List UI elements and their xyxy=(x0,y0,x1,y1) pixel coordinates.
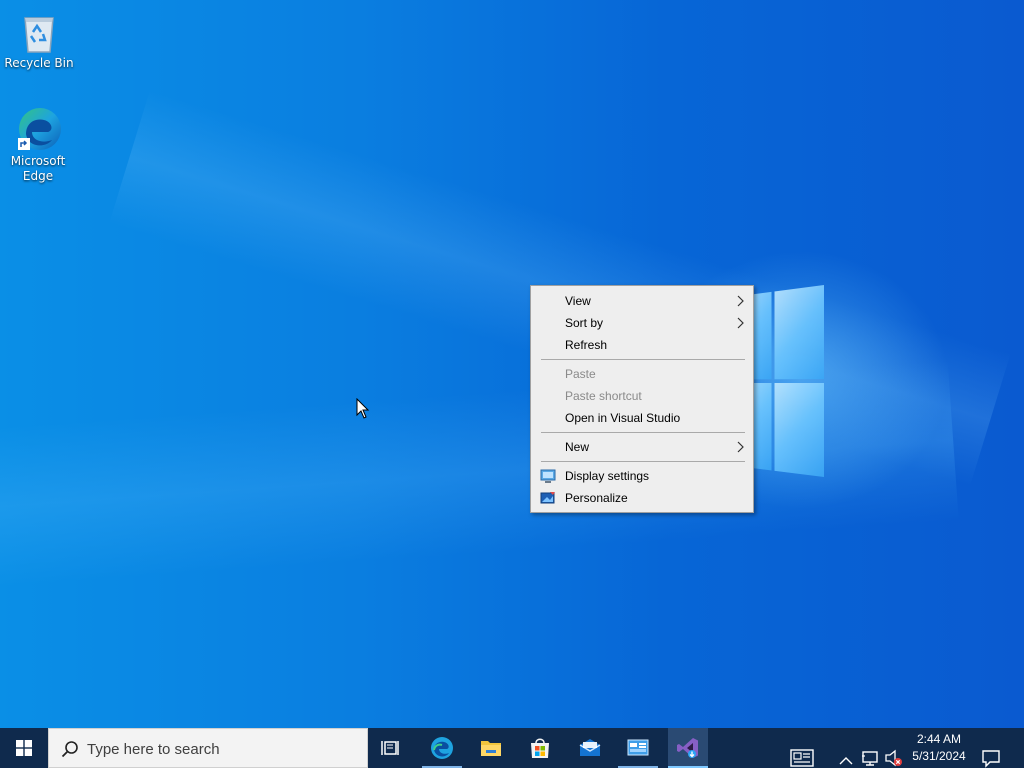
system-clock[interactable]: 2:44 AM 5/31/2024 xyxy=(903,731,975,765)
desktop-icon-microsoft-edge[interactable]: Microsoft Edge xyxy=(0,104,76,184)
mail-icon xyxy=(579,739,601,756)
desktop-icon-label: Microsoft Edge xyxy=(10,154,66,183)
taskbar: 2:44 AM 5/31/2024 xyxy=(0,728,1024,768)
chevron-right-icon xyxy=(737,317,744,329)
visual-studio-icon xyxy=(677,738,698,758)
menu-separator xyxy=(541,461,745,462)
edge-icon xyxy=(14,104,62,152)
news-icon[interactable] xyxy=(790,738,816,778)
desktop-icon-label: Recycle Bin xyxy=(4,56,74,70)
task-view-icon xyxy=(381,741,399,755)
file-explorer-icon xyxy=(481,741,501,756)
search-icon xyxy=(61,741,78,758)
taskbar-task-view-button[interactable] xyxy=(368,728,416,768)
display-settings-icon xyxy=(540,469,556,483)
menu-item-personalize[interactable]: Personalize xyxy=(531,487,753,509)
edge-icon xyxy=(431,737,453,759)
menu-item-open-in-visual-studio[interactable]: Open in Visual Studio xyxy=(531,407,753,429)
desktop[interactable]: Recycle Bin Microsoft Edge View Sort by … xyxy=(0,0,1024,728)
menu-item-paste: Paste xyxy=(565,367,596,381)
clock-time: 2:44 AM xyxy=(916,732,962,746)
chevron-up-icon[interactable] xyxy=(838,741,854,781)
menu-item-view[interactable]: View xyxy=(531,290,753,312)
recycle-bin-icon xyxy=(15,6,63,54)
menu-item-sort-by[interactable]: Sort by xyxy=(531,312,753,334)
personalize-icon xyxy=(540,492,555,504)
start-button[interactable] xyxy=(0,728,48,768)
volume-muted-icon[interactable] xyxy=(884,738,904,778)
taskbar-visual-studio-button[interactable] xyxy=(668,728,708,768)
taskbar-search-box[interactable] xyxy=(48,728,368,768)
menu-separator xyxy=(541,432,745,433)
windows-start-icon xyxy=(16,740,32,756)
search-input[interactable] xyxy=(87,738,357,760)
network-icon[interactable] xyxy=(861,739,881,779)
notification-icon[interactable] xyxy=(981,738,1001,778)
desktop-icon-recycle-bin[interactable]: Recycle Bin xyxy=(1,6,77,71)
clock-date: 5/31/2024 xyxy=(912,749,966,763)
menu-item-paste-shortcut: Paste shortcut xyxy=(565,389,642,403)
chevron-right-icon xyxy=(737,441,744,453)
menu-item-refresh[interactable]: Refresh xyxy=(531,334,753,356)
mouse-cursor-icon xyxy=(356,398,370,419)
menu-separator xyxy=(541,359,745,360)
desktop-context-menu: View Sort by Refresh Paste Paste shortcu… xyxy=(530,285,754,513)
menu-item-new[interactable]: New xyxy=(531,436,753,458)
taskbar-file-explorer-button[interactable] xyxy=(467,728,515,768)
taskbar-edge-button[interactable] xyxy=(418,728,466,768)
taskbar-control-panel-button[interactable] xyxy=(614,728,662,768)
menu-item-display-settings[interactable]: Display settings xyxy=(531,465,753,487)
chevron-right-icon xyxy=(737,295,744,307)
control-panel-icon xyxy=(627,739,649,756)
store-icon xyxy=(531,738,549,758)
taskbar-mail-button[interactable] xyxy=(566,728,614,768)
taskbar-store-button[interactable] xyxy=(516,728,564,768)
